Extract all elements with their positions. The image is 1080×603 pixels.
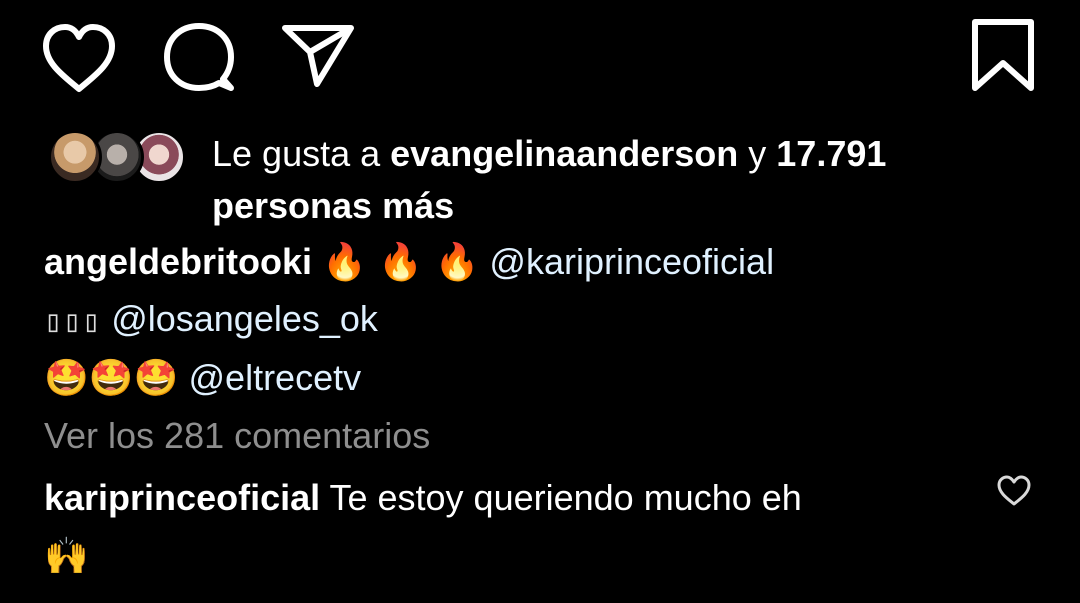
comment-text: Te estoy queriendo mucho eh bbox=[329, 477, 802, 518]
view-comments-link[interactable]: Ver los 281 comentarios bbox=[44, 410, 430, 462]
comment: kariprinceoficial Te estoy queriendo muc… bbox=[44, 470, 944, 585]
star-struck-emoji: 🤩🤩🤩 bbox=[44, 358, 179, 399]
caption-line: ▯▯▯ @losangeles_ok bbox=[44, 291, 1034, 350]
likes-suffix[interactable]: personas más bbox=[212, 185, 454, 226]
comment-icon[interactable] bbox=[161, 22, 237, 92]
liker-username[interactable]: evangelinaanderson bbox=[390, 133, 738, 174]
mention-link[interactable]: @losangeles_ok bbox=[111, 298, 378, 339]
bookmark-icon[interactable] bbox=[970, 18, 1036, 94]
heart-icon[interactable] bbox=[40, 22, 118, 94]
comment-heart-icon[interactable] bbox=[996, 475, 1032, 507]
caption-username[interactable]: angeldebritooki bbox=[44, 241, 312, 282]
avatar[interactable] bbox=[48, 130, 102, 184]
liker-avatars[interactable] bbox=[48, 130, 188, 186]
mention-link[interactable]: @kariprinceoficial bbox=[489, 241, 774, 282]
comment-username[interactable]: kariprinceoficial bbox=[44, 477, 320, 518]
likes-summary[interactable]: Le gusta a evangelinaanderson y 17.791 p… bbox=[212, 128, 1012, 232]
raising-hands-emoji: 🙌 bbox=[44, 536, 89, 577]
comment-line: kariprinceoficial Te estoy queriendo muc… bbox=[44, 470, 944, 526]
caption-line: 🤩🤩🤩 @eltrecetv bbox=[44, 350, 1034, 407]
caption: angeldebritooki 🔥 🔥 🔥 @kariprinceoficial… bbox=[44, 234, 1034, 407]
unsupported-glyphs: ▯▯▯ bbox=[44, 304, 102, 339]
likes-count[interactable]: 17.791 bbox=[776, 133, 886, 174]
mention-link[interactable]: @eltrecetv bbox=[189, 357, 362, 398]
caption-line: angeldebritooki 🔥 🔥 🔥 @kariprinceoficial bbox=[44, 234, 1034, 291]
paper-plane-icon[interactable] bbox=[281, 22, 355, 88]
fire-emoji: 🔥 🔥 🔥 bbox=[322, 242, 480, 283]
likes-connector: y bbox=[738, 133, 777, 174]
comment-line: 🙌 bbox=[44, 528, 944, 585]
likes-prefix: Le gusta a bbox=[212, 133, 391, 174]
